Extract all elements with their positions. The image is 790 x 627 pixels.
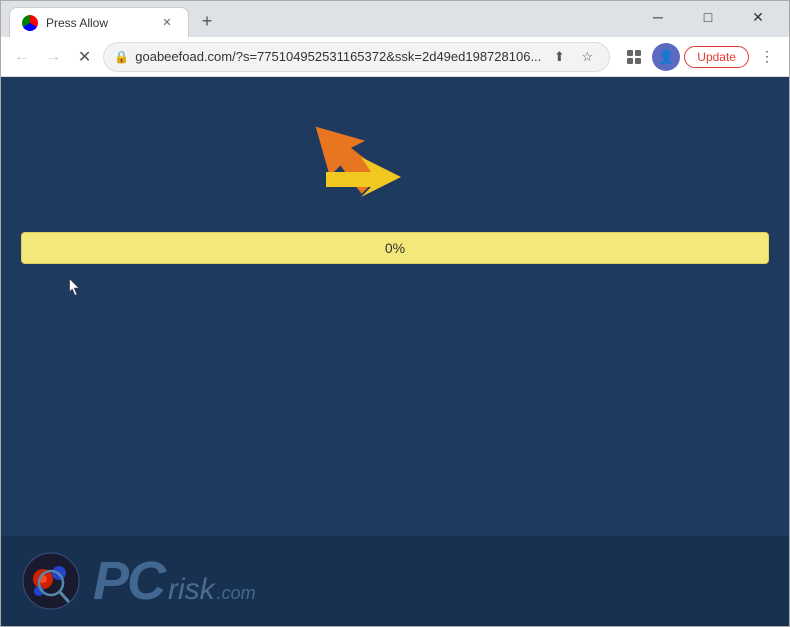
browser-actions: 👤 Update ⋮	[620, 43, 781, 71]
bookmark-icon[interactable]: ☆	[575, 45, 599, 69]
progress-section: 0%	[21, 232, 769, 264]
progress-bar: 0%	[21, 232, 769, 264]
url-text: goabeefoad.com/?s=775104952531165372&ssk…	[135, 49, 541, 64]
address-bar[interactable]: 🔒 goabeefoad.com/?s=775104952531165372&s…	[103, 42, 610, 72]
active-tab[interactable]: Press Allow ✕	[9, 7, 189, 37]
tab-close-button[interactable]: ✕	[158, 14, 176, 32]
maximize-icon: □	[704, 9, 712, 25]
logo-risk: risk	[168, 573, 215, 607]
forward-button[interactable]: →	[40, 41, 65, 73]
tab-favicon	[22, 15, 38, 31]
new-tab-button[interactable]: +	[193, 7, 221, 35]
nav-bar: ← → ✕ 🔒 goabeefoad.com/?s=77510495253116…	[1, 37, 789, 77]
close-icon: ✕	[752, 9, 764, 26]
tab-title: Press Allow	[46, 16, 108, 30]
window-controls: ─ □ ✕	[635, 3, 781, 31]
back-icon: ←	[14, 48, 30, 66]
logo-pc: PC	[93, 550, 164, 612]
title-bar: Press Allow ✕ + ─ □ ✕	[1, 1, 789, 37]
minimize-button[interactable]: ─	[635, 3, 681, 31]
lock-icon: 🔒	[114, 50, 129, 64]
refresh-icon: ✕	[78, 47, 91, 67]
arrows-container	[261, 102, 441, 252]
share-icon[interactable]: ⬆	[547, 45, 571, 69]
cursor-icon	[69, 279, 81, 297]
menu-icon[interactable]: ⋮	[753, 43, 781, 71]
maximize-button[interactable]: □	[685, 3, 731, 31]
address-actions: ⬆ ☆	[547, 45, 599, 69]
close-button[interactable]: ✕	[735, 3, 781, 31]
profile-icon: 👤	[658, 49, 674, 65]
back-button[interactable]: ←	[9, 41, 34, 73]
profile-button[interactable]: 👤	[652, 43, 680, 71]
progress-text: 0%	[385, 240, 405, 256]
forward-icon: →	[45, 48, 61, 66]
logo-dotcom: .com	[217, 583, 256, 604]
extensions-icon[interactable]	[620, 43, 648, 71]
minimize-icon: ─	[653, 9, 663, 25]
refresh-button[interactable]: ✕	[72, 41, 97, 73]
pcrisk-logo-icon	[21, 551, 81, 611]
tab-area: Press Allow ✕ +	[9, 1, 629, 37]
page-content: 0% PC risk	[1, 77, 789, 626]
browser-window: Press Allow ✕ + ─ □ ✕ ← → ✕ �	[0, 0, 790, 627]
update-button[interactable]: Update	[684, 46, 749, 68]
logo-text-area: PC risk .com	[93, 550, 256, 612]
logo-area: PC risk .com	[1, 536, 789, 626]
